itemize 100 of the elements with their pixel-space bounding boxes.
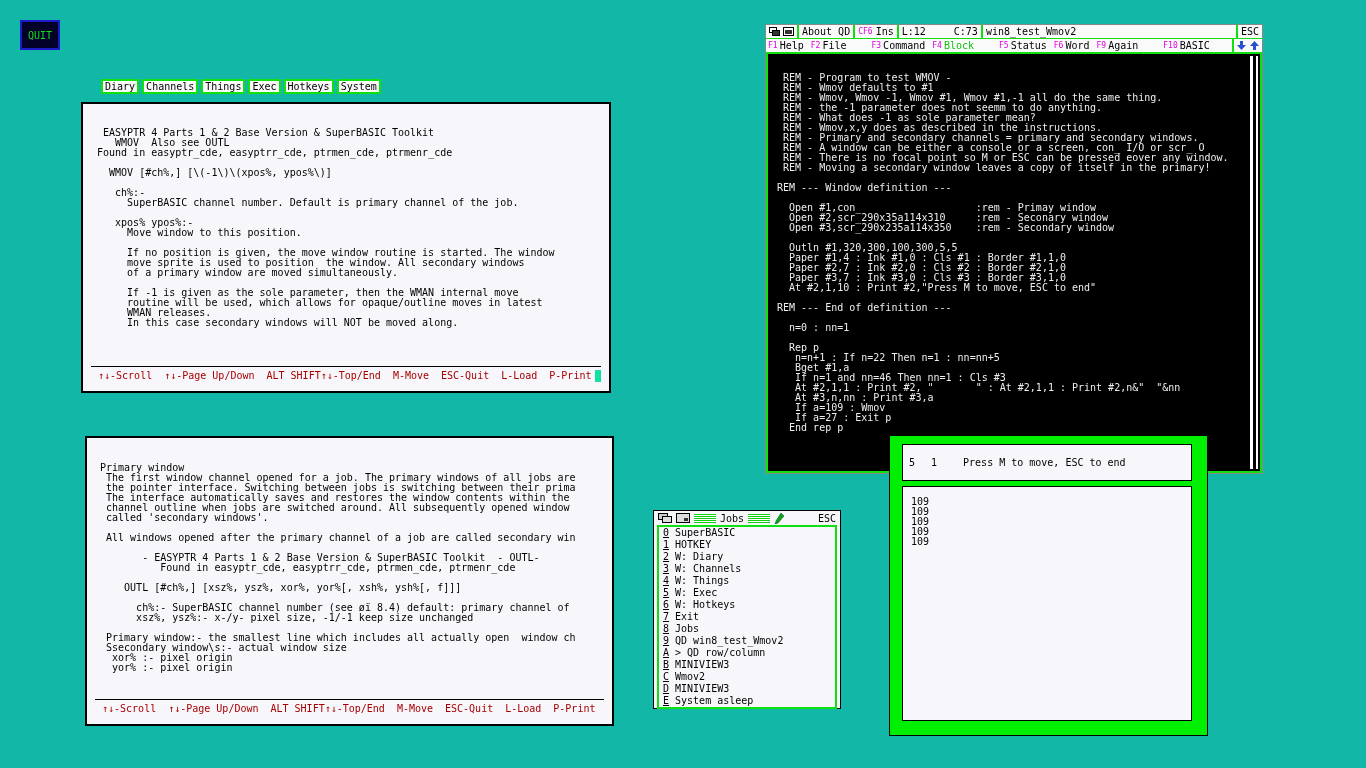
menu-tab[interactable]: System xyxy=(336,79,381,94)
code-line: Outln #1,320,300,100,300,5,5 xyxy=(789,242,958,253)
job-item[interactable]: Wmov2 xyxy=(675,671,706,683)
job-key[interactable]: 1 xyxy=(663,539,670,551)
function-key[interactable]: F2 File xyxy=(808,39,852,52)
code-line: REM - the -1 parameter does not seemm to do anything. xyxy=(783,102,1103,113)
code-line: If a=109 : Wmov xyxy=(795,402,886,413)
help-text-line: xor% :- pixel origin xyxy=(112,652,233,663)
windows-icon[interactable] xyxy=(769,27,780,36)
help-text-line: Found in easyptr_cde, easyptrr_cde, ptrmen_cde, ptrmenr_cde xyxy=(97,147,453,158)
job-item[interactable]: System asleep xyxy=(675,695,754,707)
help-text-line: The interface automatically saves and restores the window contents within the xyxy=(106,492,570,503)
job-key[interactable]: E xyxy=(663,695,670,707)
code-line: At #2,1,10 : Print #2,"Press M to move, ESC to end" xyxy=(789,282,1097,293)
code-line: REM - There is no focal point so M or ESC can be pressed eover any window. xyxy=(783,152,1229,163)
function-key[interactable]: F10 BASIC xyxy=(1161,39,1215,52)
help-text-line: WMOV Also see OUTL xyxy=(115,137,230,148)
help-text-line: SuperBASIC channel number. Default is primary channel of the job. xyxy=(127,197,519,208)
job-key[interactable]: C xyxy=(663,671,670,683)
job-key[interactable]: 2 xyxy=(663,551,670,563)
help-text-line: The first window channel opened for a job. The primary windows of all jobs are xyxy=(106,472,576,483)
function-key[interactable]: F1 Help xyxy=(766,39,809,52)
code-line: Rep p xyxy=(789,342,820,353)
job-item[interactable]: MINIVIEW3 xyxy=(675,683,730,695)
arrow-down-icon[interactable] xyxy=(1237,41,1246,50)
quit-button[interactable]: QUIT xyxy=(20,20,60,50)
job-key[interactable]: 7 xyxy=(663,611,670,623)
key-hint: ESC-Quit xyxy=(445,703,494,714)
code-line: REM - Wmov, Wmov -1, Wmov #1, Wmov #1,-1 all do the same thing. xyxy=(783,92,1163,103)
arrow-up-icon[interactable] xyxy=(1250,41,1259,50)
help-text-line: WMAN releases. xyxy=(127,307,212,318)
key-hint: ALT SHIFT↑↓-Top/End xyxy=(266,370,381,381)
output-line: 109 xyxy=(911,536,930,547)
function-key[interactable]: F4 Block xyxy=(930,39,979,52)
function-key[interactable]: F6 Word xyxy=(1051,39,1095,52)
key-hint: L-Load xyxy=(505,703,542,714)
output-line: 109 xyxy=(911,496,930,507)
job-key[interactable]: 8 xyxy=(663,623,670,635)
job-key[interactable]: 9 xyxy=(663,635,670,647)
help-text-line: ch%:- xyxy=(115,187,146,198)
job-item[interactable]: W: Diary xyxy=(675,551,724,563)
key-hint: ALT SHIFT↑↓-Top/End xyxy=(270,703,385,714)
job-key[interactable]: 3 xyxy=(663,563,670,575)
pen-icon[interactable] xyxy=(774,512,785,524)
help-text-line: move sprite is used to position the window. All secondary windows xyxy=(127,257,525,268)
help-text-line: routine will be used, which allows for opaque/outline moves in latest xyxy=(127,297,543,308)
menu-tab[interactable]: Exec xyxy=(248,79,281,94)
menu-tab[interactable]: Hotkeys xyxy=(283,79,334,94)
code-line: If n=1 and nn=46 Then nn=1 : Cls #3 xyxy=(795,372,1006,383)
job-item[interactable]: W: Channels xyxy=(675,563,742,575)
help-text-line: OUTL [#ch%,] [xsz%, ysz%, xor%, yor%[, xsh%, ysh%[, f]]] xyxy=(124,582,462,593)
function-key[interactable]: F5 Status xyxy=(997,39,1052,52)
job-item[interactable]: QD win8_test_Wmov2 xyxy=(675,635,784,647)
code-line: Open #3,scr_290x235a114x350 :rem - Secondary window xyxy=(789,222,1115,233)
help-text-line: of a primary window are moved simultaneously. xyxy=(127,267,399,278)
help-text-line: - EASYPTR 4 Parts 1 & 2 Base Version & SuperBASIC Toolkit - OUTL- xyxy=(142,552,540,563)
help-text-line: Ssecondary window\s:- actual window size xyxy=(106,642,347,653)
job-item[interactable]: SuperBASIC xyxy=(675,527,736,539)
code-line: At #3,n,nn : Print #3,a xyxy=(795,392,934,403)
job-key[interactable]: B xyxy=(663,659,670,671)
key-hint: M-Move xyxy=(392,370,429,381)
title-stripes xyxy=(694,513,716,523)
job-item[interactable]: Exit xyxy=(675,611,700,623)
job-key[interactable]: 5 xyxy=(663,587,670,599)
windows-icon[interactable] xyxy=(658,513,672,523)
key-hint: M-Move xyxy=(396,703,433,714)
job-item[interactable]: W: Hotkeys xyxy=(675,599,736,611)
job-item[interactable]: W: Things xyxy=(675,575,730,587)
window-icon[interactable] xyxy=(783,27,794,36)
job-item[interactable]: Jobs xyxy=(675,623,700,635)
code-line: Open #2,scr_290x35a114x310 :rem - Seconary window xyxy=(789,212,1109,223)
job-key[interactable]: A xyxy=(663,647,670,659)
function-key[interactable]: F9 Again xyxy=(1094,39,1144,52)
window-icon[interactable] xyxy=(676,513,690,523)
job-item[interactable]: W: Exec xyxy=(675,587,718,599)
job-key[interactable]: 0 xyxy=(663,527,670,539)
status-message: Press M to move, ESC to end xyxy=(963,457,1126,468)
function-key[interactable]: F3 Command xyxy=(869,39,931,52)
job-key[interactable]: 6 xyxy=(663,599,670,611)
job-item[interactable]: MINIVIEW3 xyxy=(675,659,730,671)
insert-mode: Ins xyxy=(875,25,894,38)
menu-tab[interactable]: Things xyxy=(201,79,246,94)
scroll-bar[interactable] xyxy=(1250,56,1258,469)
job-item[interactable]: HOTKEY xyxy=(675,539,712,551)
escape-button[interactable]: ESC xyxy=(817,512,836,524)
code-line: Bget #1,a xyxy=(795,362,850,373)
code-line: If a=27 : Exit p xyxy=(795,412,892,423)
menu-tab[interactable]: Diary xyxy=(101,79,140,94)
code-line: At #2,1,1 : Print #2, " " : At #2,1,1 : Print #2,n&" "&nn xyxy=(795,382,1181,393)
shortcut-label: CF6 xyxy=(858,26,873,38)
job-key[interactable]: 4 xyxy=(663,575,670,587)
help-text-line: xpos% ypos%:- xyxy=(115,217,194,228)
menu-tab[interactable]: Channels xyxy=(142,79,199,94)
job-key[interactable]: D xyxy=(663,683,670,695)
line-number: L:12 xyxy=(901,25,926,38)
job-item[interactable]: > QD row/column xyxy=(675,647,766,659)
key-hint: ↑↓-Scroll xyxy=(98,370,153,381)
output-line: 109 xyxy=(911,526,930,537)
help-text-line: channel outline when jobs are switched around. All subsequently opened window xyxy=(106,502,570,513)
help-text-line: yor% :- pixel origin xyxy=(112,662,233,673)
